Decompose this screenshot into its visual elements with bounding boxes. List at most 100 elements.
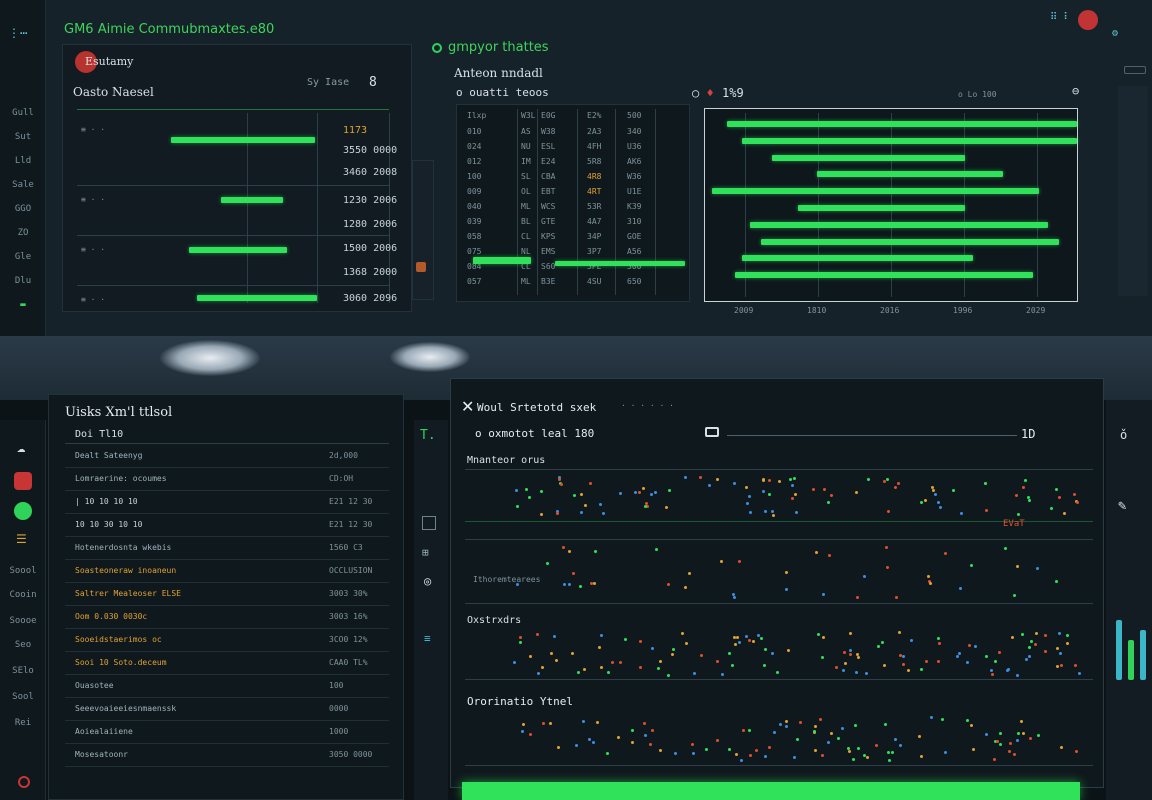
layers-icon[interactable]: ≡ [424,632,431,645]
ledger-row-label[interactable]: Aoiealaiiene [75,727,133,736]
section-divider [465,539,1093,540]
rail-item[interactable]: Cooin [0,590,46,600]
ledger-row-label[interactable]: Lomraerine: ocoumes [75,474,167,483]
scatter-point [684,586,687,589]
close-icon[interactable]: ✕ [461,397,474,416]
scatter-point [863,575,866,578]
menu-icon[interactable]: ☰ [16,532,27,546]
section-divider [465,765,1093,766]
ledger-row-label[interactable]: Dealt Sateenyg [75,451,142,460]
gantt-bar[interactable] [735,272,1033,278]
ledger-row-label[interactable]: Sooeidstaerimos oc [75,635,162,644]
ledger-row-label[interactable]: | 10 10 10 10 [75,497,138,506]
tab-title[interactable]: gmpyor thattes [448,40,549,55]
rail-item[interactable]: Soooe [0,616,46,626]
scatter-point [599,503,602,506]
table-header-cell[interactable]: W3L [521,111,535,120]
ledger-row-label[interactable]: Saltrer Mealeoser ELSE [75,589,181,598]
scatter-point [1016,565,1019,568]
ledger-row-label[interactable]: Sooi 10 Soto.deceum [75,658,167,667]
scroll-rail[interactable] [412,160,434,300]
rail-item[interactable]: SElo [0,666,46,676]
rail-item[interactable]: Gle [0,252,46,262]
ledger-row-value: 100 [329,681,344,690]
gantt-bar[interactable] [742,255,973,261]
grid-tool-icon[interactable]: ⊞ [422,546,429,559]
gantt-bar[interactable] [727,121,1077,127]
search-icon[interactable]: ○ ♦ [692,86,714,100]
gantt-bar[interactable] [798,205,965,211]
frame-tool-icon[interactable] [422,516,436,530]
scatter-point [793,477,796,480]
scatter-point [681,632,684,635]
window-control-icon[interactable] [1124,66,1146,74]
row-highlight-bar [555,261,685,266]
rail-item[interactable]: Sool [0,692,46,702]
timeline-slider-track[interactable] [727,435,1017,436]
left-rail-bottom: ☁ ☰ Soool Cooin Soooe Seo SElo Sool Rei [0,420,46,800]
sort-icon[interactable]: 8 [369,75,377,90]
ledger-row-label[interactable]: Oom 0.030 0030c [75,612,147,621]
gantt-bar[interactable] [817,171,1003,177]
rail-item[interactable]: Seo [0,640,46,650]
ledger-row-value: E21 12 30 [329,497,373,506]
rail-item[interactable]: Sut [0,132,46,142]
rail-item[interactable]: Gull [0,108,46,118]
rail-item[interactable]: GGO [0,204,46,214]
progress-bar [197,295,317,301]
filter-label[interactable]: o ouatti teoos [456,86,549,99]
scatter-point [960,512,963,515]
app-menu-icon[interactable]: ⋮⋯ [8,26,27,40]
scatter-point [728,652,731,655]
table-header-cell[interactable]: Ilxp [467,111,486,120]
ledger-row-label[interactable]: Soasteoneraw inoaneun [75,566,176,575]
table-header-cell[interactable]: 500 [627,111,641,120]
scatter-point [1004,547,1007,550]
rail-item[interactable]: Soool [0,566,46,576]
ledger-row-label[interactable]: Mosesatoonr [75,750,128,759]
scatter-point [1028,646,1031,649]
notification-icon[interactable]: ǒ [1120,428,1127,442]
avatar[interactable] [1078,10,1098,30]
scatter-point [745,635,748,638]
scatter-point [584,504,587,507]
rail-item[interactable]: Sale [0,180,46,190]
scatter-point [643,722,646,725]
scatter-point [1022,486,1025,489]
table-header-cell[interactable]: E0G [541,111,555,120]
scatter-point [785,720,788,723]
tab-strip[interactable]: · · · · · · [621,401,674,410]
scatter-point [546,562,549,565]
rail-item[interactable]: ZO [0,228,46,238]
lock-icon[interactable]: ⊖ [1072,84,1079,98]
settings-icon[interactable]: ⚙ [1112,28,1118,39]
gantt-bar[interactable] [761,239,1059,245]
scatter-point [519,636,522,639]
scroll-thumb[interactable] [416,262,426,272]
ledger-row-label[interactable]: Hotenerdosnta wkebis [75,543,171,552]
scatter-point [937,637,940,640]
scatter-point [1078,672,1081,675]
gantt-bar[interactable] [750,222,1048,228]
rail-item[interactable]: Dlu [0,276,46,286]
status-icon[interactable] [14,502,32,520]
panel-subtitle: Doi Tl10 [75,429,124,440]
power-icon[interactable] [18,776,30,788]
scatter-point [768,493,771,496]
gantt-bar[interactable] [712,188,1039,194]
panel-title: Woul Srtetotd sxek [477,401,597,414]
ledger-row-label[interactable]: Ouasotee [75,681,114,690]
alert-icon[interactable] [14,472,32,490]
rail-item[interactable]: Rei [0,718,46,728]
rail-item[interactable]: Lld [0,156,46,166]
ledger-row-label[interactable]: Seeevoaieeiesnmaenssk [75,704,176,713]
cloud-icon[interactable]: ☁ [17,440,25,456]
gantt-bar[interactable] [772,155,965,161]
pen-icon[interactable]: ✎ [1118,498,1126,514]
table-header-cell[interactable]: E2% [587,111,601,120]
gantt-bar[interactable] [742,138,1077,144]
ledger-row-label[interactable]: 10 10 30 10 10 [75,520,142,529]
target-icon[interactable]: ◎ [424,574,431,588]
text-tool-icon[interactable]: T. [420,428,436,443]
toggle-icon[interactable] [705,427,719,437]
